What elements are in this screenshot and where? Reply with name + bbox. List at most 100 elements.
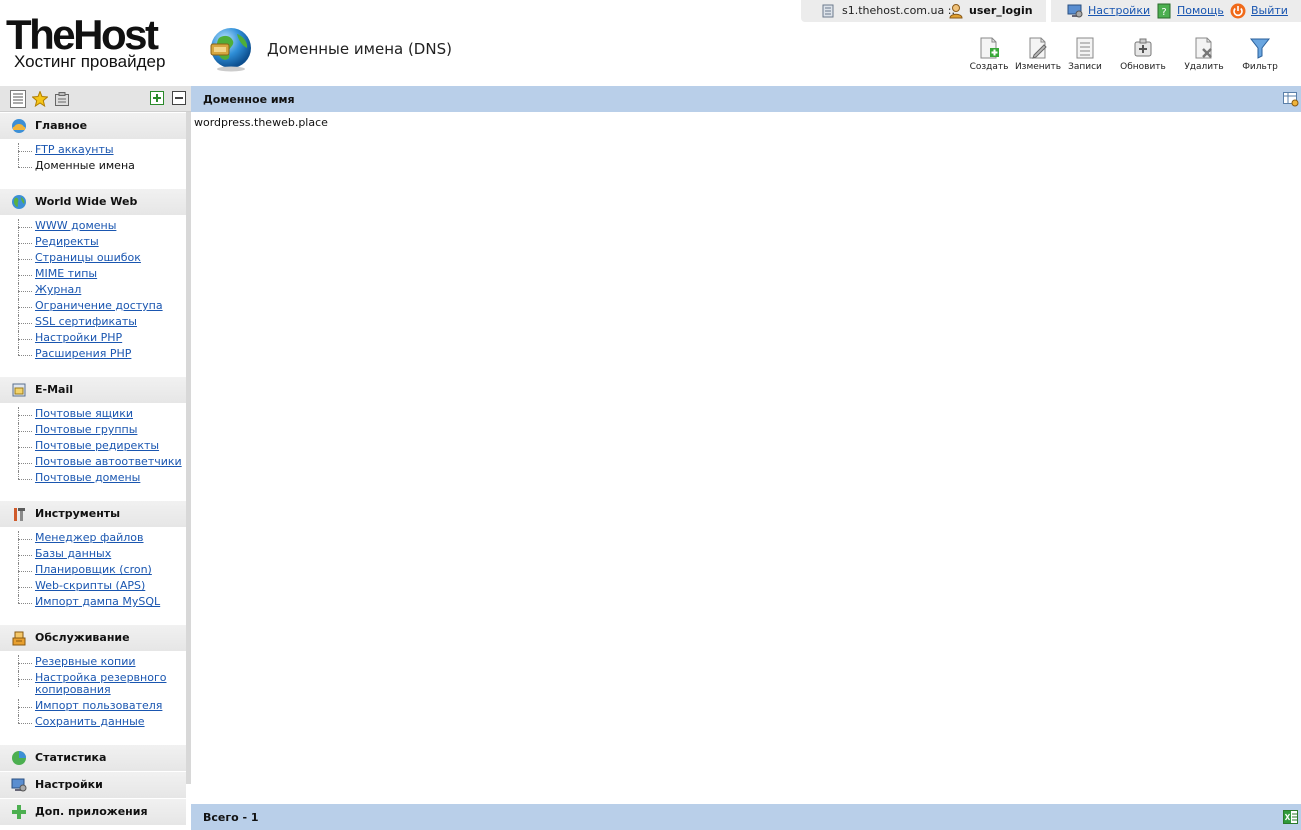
nav-mail-domains[interactable]: Почтовые домены bbox=[0, 471, 186, 487]
user-login: user_login bbox=[969, 4, 1033, 17]
section-extra-apps-header[interactable]: Доп. приложения bbox=[0, 799, 186, 825]
nav-backups-link[interactable]: Резервные копии bbox=[35, 655, 136, 668]
nav-web-scripts[interactable]: Web-скрипты (APS) bbox=[0, 579, 186, 595]
nav-log-link[interactable]: Журнал bbox=[35, 283, 81, 296]
settings-link[interactable]: Настройки bbox=[1088, 3, 1150, 19]
nav-web-scripts-link[interactable]: Web-скрипты (APS) bbox=[35, 579, 145, 592]
tools-icon bbox=[11, 506, 27, 522]
nav-save-data-link[interactable]: Сохранить данные bbox=[35, 715, 145, 728]
nav-www-domains[interactable]: WWW домены bbox=[0, 219, 186, 235]
sidebar: Главное FTP аккаунты Доменные имена Worl… bbox=[0, 86, 191, 830]
globe-icon bbox=[11, 194, 27, 210]
section-www-header[interactable]: World Wide Web bbox=[0, 189, 186, 215]
help-icon: ? bbox=[1156, 3, 1172, 19]
nav-domain-names[interactable]: Доменные имена bbox=[0, 159, 186, 175]
nav-databases-link[interactable]: Базы данных bbox=[35, 547, 111, 560]
refresh-button[interactable]: Обновить bbox=[1118, 36, 1168, 76]
nav-ssl-certificates-link[interactable]: SSL сертификаты bbox=[35, 315, 137, 328]
nav-user-import[interactable]: Импорт пользователя bbox=[0, 699, 186, 715]
nav-file-manager[interactable]: Менеджер файлов bbox=[0, 531, 186, 547]
page-title: Доменные имена (DNS) bbox=[267, 40, 452, 58]
domain-cell[interactable]: wordpress.theweb.place bbox=[194, 116, 328, 129]
nav-error-pages-link[interactable]: Страницы ошибок bbox=[35, 251, 141, 264]
nav-mailboxes-link[interactable]: Почтовые ящики bbox=[35, 407, 133, 420]
nav-mail-groups-link[interactable]: Почтовые группы bbox=[35, 423, 137, 436]
section-statistics: Статистика bbox=[0, 745, 186, 771]
nav-access-restriction[interactable]: Ограничение доступа bbox=[0, 299, 186, 315]
nav-ftp-accounts-link[interactable]: FTP аккаунты bbox=[35, 143, 114, 156]
delete-label: Удалить bbox=[1184, 62, 1224, 72]
filter-button[interactable]: Фильтр bbox=[1235, 36, 1285, 76]
nav-cron-scheduler[interactable]: Планировщик (cron) bbox=[0, 563, 186, 579]
tree-view-icon[interactable] bbox=[10, 90, 26, 108]
nav-databases[interactable]: Базы данных bbox=[0, 547, 186, 563]
nav-mime-types[interactable]: MIME типы bbox=[0, 267, 186, 283]
section-maintenance: Обслуживание Резервные копии Настройка р… bbox=[0, 625, 186, 731]
section-main-header[interactable]: Главное bbox=[0, 113, 186, 139]
filter-label: Фильтр bbox=[1242, 62, 1278, 72]
nav-redirects[interactable]: Редиректы bbox=[0, 235, 186, 251]
section-maintenance-title: Обслуживание bbox=[35, 631, 130, 644]
power-icon bbox=[1230, 3, 1246, 19]
logo-tagline: Хостинг провайдер bbox=[14, 52, 166, 71]
records-button[interactable]: Записи bbox=[1060, 36, 1110, 76]
nav-backups[interactable]: Резервные копии bbox=[0, 655, 186, 671]
nav-php-extensions-link[interactable]: Расширения PHP bbox=[35, 347, 131, 360]
section-tools: Инструменты Менеджер файлов Базы данных … bbox=[0, 501, 186, 611]
nav-ssl-certificates[interactable]: SSL сертификаты bbox=[0, 315, 186, 331]
plus-icon bbox=[11, 804, 27, 820]
nav-mailboxes[interactable]: Почтовые ящики bbox=[0, 407, 186, 423]
export-excel-icon[interactable] bbox=[1283, 809, 1299, 825]
nav-mail-autoresponders[interactable]: Почтовые автоответчики bbox=[0, 455, 186, 471]
nav-backup-settings-link[interactable]: Настройка резервного копирования bbox=[35, 671, 166, 696]
mail-icon bbox=[11, 382, 27, 398]
nav-file-manager-link[interactable]: Менеджер файлов bbox=[35, 531, 144, 544]
nav-error-pages[interactable]: Страницы ошибок bbox=[0, 251, 186, 267]
table-settings-icon[interactable] bbox=[1283, 91, 1299, 107]
nav-mail-redirects[interactable]: Почтовые редиректы bbox=[0, 439, 186, 455]
nav-ftp-accounts[interactable]: FTP аккаунты bbox=[0, 143, 186, 159]
sidebar-resize-handle[interactable] bbox=[186, 112, 191, 784]
expand-all-icon[interactable] bbox=[150, 91, 166, 107]
section-email-header[interactable]: E-Mail bbox=[0, 377, 186, 403]
nav-mail-domains-link[interactable]: Почтовые домены bbox=[35, 471, 140, 484]
section-statistics-header[interactable]: Статистика bbox=[0, 745, 186, 771]
delete-icon bbox=[1193, 36, 1215, 60]
nav-mysql-import[interactable]: Импорт дампа MySQL bbox=[0, 595, 186, 611]
collapse-all-icon[interactable] bbox=[172, 91, 188, 107]
nav-mail-groups[interactable]: Почтовые группы bbox=[0, 423, 186, 439]
nav-mime-types-link[interactable]: MIME типы bbox=[35, 267, 97, 280]
nav-php-extensions[interactable]: Расширения PHP bbox=[0, 347, 186, 363]
total-count: Всего - 1 bbox=[203, 811, 259, 824]
column-header-domain[interactable]: Доменное имя bbox=[203, 93, 295, 106]
nav-log[interactable]: Журнал bbox=[0, 283, 186, 299]
logout-link[interactable]: Выйти bbox=[1251, 3, 1288, 19]
nav-www-domains-link[interactable]: WWW домены bbox=[35, 219, 116, 232]
nav-mail-autoresponders-link[interactable]: Почтовые автоответчики bbox=[35, 455, 182, 468]
nav-backup-settings[interactable]: Настройка резервного копирования bbox=[0, 671, 186, 699]
home-icon bbox=[11, 118, 27, 134]
thehost-logo[interactable]: TheHost Хостинг провайдер bbox=[6, 14, 188, 74]
nav-save-data[interactable]: Сохранить данные bbox=[0, 715, 186, 731]
section-settings-header[interactable]: Настройки bbox=[0, 772, 186, 798]
section-www: World Wide Web WWW домены Редиректы Стра… bbox=[0, 189, 186, 363]
maintenance-icon bbox=[11, 630, 27, 646]
section-maintenance-header[interactable]: Обслуживание bbox=[0, 625, 186, 651]
nav-mail-redirects-link[interactable]: Почтовые редиректы bbox=[35, 439, 159, 452]
section-extra-apps-title: Доп. приложения bbox=[35, 805, 148, 818]
table-row[interactable]: wordpress.theweb.place bbox=[191, 114, 1301, 132]
favorites-star-icon[interactable] bbox=[31, 90, 49, 108]
clipboard-icon[interactable] bbox=[54, 91, 70, 107]
nav-cron-scheduler-link[interactable]: Планировщик (cron) bbox=[35, 563, 152, 576]
section-tools-header[interactable]: Инструменты bbox=[0, 501, 186, 527]
delete-button[interactable]: Удалить bbox=[1179, 36, 1229, 76]
header: TheHost Хостинг провайдер Доменные имена… bbox=[0, 0, 1301, 86]
nav-mysql-import-link[interactable]: Импорт дампа MySQL bbox=[35, 595, 160, 608]
nav-access-restriction-link[interactable]: Ограничение доступа bbox=[35, 299, 163, 312]
logo-brand: TheHost bbox=[6, 11, 159, 58]
nav-redirects-link[interactable]: Редиректы bbox=[35, 235, 99, 248]
nav-php-settings[interactable]: Настройки PHP bbox=[0, 331, 186, 347]
nav-user-import-link[interactable]: Импорт пользователя bbox=[35, 699, 162, 712]
help-link[interactable]: Помощь bbox=[1177, 3, 1224, 19]
nav-php-settings-link[interactable]: Настройки PHP bbox=[35, 331, 122, 344]
